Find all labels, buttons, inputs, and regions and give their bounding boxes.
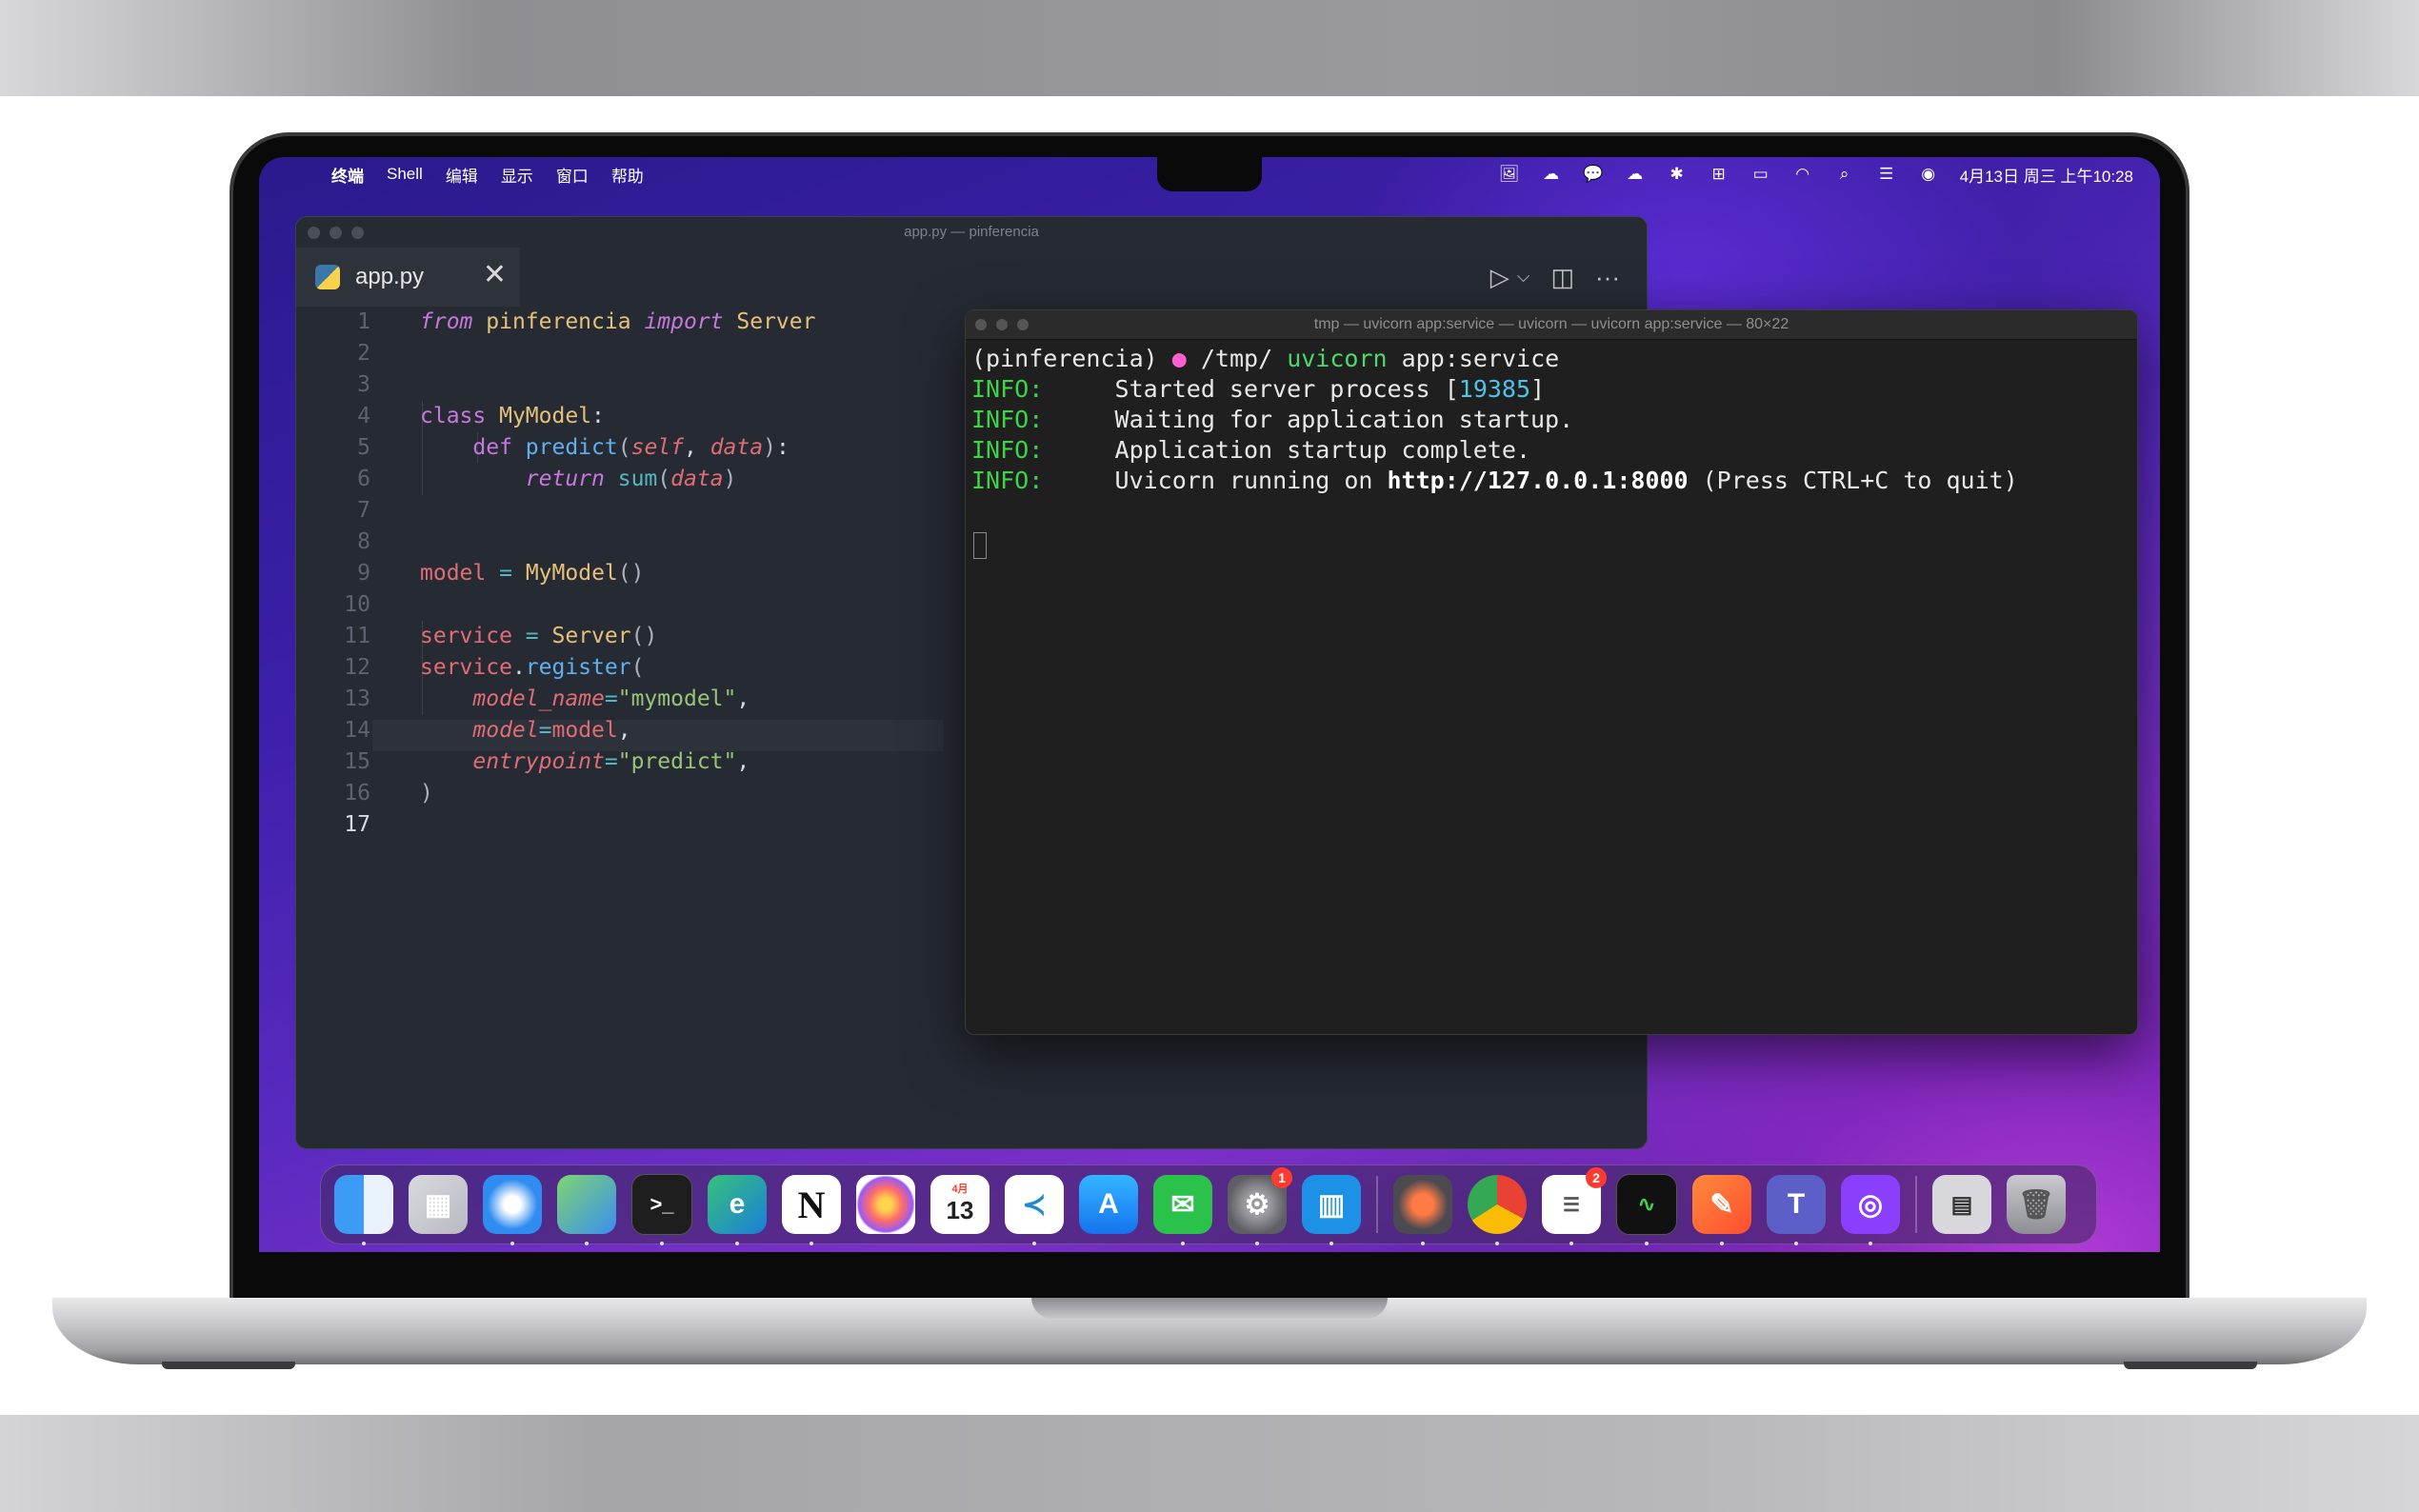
- terminal-window: tmp — uvicorn app:service — uvicorn — uv…: [965, 309, 2138, 1035]
- laptop-foot-left: [162, 1362, 295, 1369]
- line-number: 13: [344, 686, 370, 711]
- app-icon[interactable]: [1393, 1175, 1452, 1245]
- menu-view[interactable]: 显示: [501, 163, 533, 187]
- terminal-cursor: [973, 532, 987, 559]
- menu-window[interactable]: 窗口: [556, 163, 589, 187]
- tab-label: app.py: [355, 264, 425, 289]
- finder-icon[interactable]: [334, 1175, 393, 1245]
- line-number: 11: [344, 624, 370, 648]
- status-area: 🖼 ☁ 💬 ☁ ✱ ⊞ ▭ ◠ ⌕ ☰ ◉ 4月13日 周三 上午10:28: [1499, 157, 2133, 191]
- reminders-badge: 2: [1586, 1167, 1607, 1188]
- docker-icon[interactable]: ▥: [1302, 1175, 1361, 1245]
- editor-titlebar: app.py — pinferencia: [296, 217, 1647, 248]
- close-tab-icon[interactable]: ✕: [483, 261, 507, 289]
- line-number: 7: [357, 498, 370, 523]
- photos-icon[interactable]: [856, 1175, 915, 1234]
- reminders-icon[interactable]: ☰ 2: [1542, 1167, 1607, 1245]
- notion-icon[interactable]: N: [782, 1175, 841, 1245]
- control-center-icon[interactable]: ☰: [1876, 165, 1897, 184]
- teams-icon[interactable]: T: [1767, 1175, 1826, 1245]
- prompt-argument: app:service: [1401, 345, 1560, 372]
- bluetooth-icon[interactable]: ✱: [1667, 165, 1688, 184]
- chrome-icon[interactable]: [1468, 1175, 1527, 1245]
- calendar-icon[interactable]: 4月 13: [930, 1175, 990, 1234]
- terminal-titlebar: tmp — uvicorn app:service — uvicorn — uv…: [966, 310, 2137, 340]
- line-number: 12: [344, 655, 370, 680]
- line-number: 15: [344, 749, 370, 774]
- prompt-env: (pinferencia): [971, 345, 1158, 372]
- line-number: 8: [357, 529, 370, 554]
- cloud-status-icon[interactable]: ☁: [1625, 165, 1646, 184]
- terminal-log-line: INFO: Started server process [19385]: [971, 375, 1546, 403]
- app-store-icon[interactable]: A: [1079, 1175, 1138, 1234]
- vscode-icon[interactable]: ≺: [1005, 1175, 1064, 1245]
- menu-help[interactable]: 帮助: [611, 163, 644, 187]
- settings-badge: 1: [1271, 1167, 1292, 1188]
- system-settings-icon[interactable]: ⚙ 1: [1228, 1167, 1292, 1245]
- dock: ▦ >_ e N 4月 13 ≺ A ✉ ⚙ 1 ▥ ☰ 2 ∿ ✎ T ◎ ▤ 🗑: [320, 1164, 2097, 1245]
- more-actions-icon[interactable]: ···: [1595, 263, 1620, 292]
- prompt-command: uvicorn: [1287, 345, 1388, 372]
- laptop-foot-right: [2124, 1362, 2257, 1369]
- activity-monitor-icon[interactable]: ∿: [1616, 1174, 1677, 1245]
- menu-clock[interactable]: 4月13日 周三 上午10:28: [1960, 163, 2133, 187]
- editor-actions: ▷ ⌵ ◫ ···: [1490, 263, 1620, 292]
- wifi-icon[interactable]: ◠: [1792, 165, 1813, 184]
- wechat-icon[interactable]: ✉: [1153, 1175, 1212, 1245]
- input-method-icon[interactable]: ⊞: [1709, 165, 1729, 184]
- editor-tabbar: app.py ✕ ▷ ⌵ ◫ ···: [296, 248, 1647, 307]
- line-number: 17: [344, 812, 370, 837]
- launchpad-icon[interactable]: ▦: [409, 1175, 468, 1234]
- python-file-icon: [315, 265, 340, 289]
- menu-shell[interactable]: Shell: [387, 165, 423, 184]
- split-editor-icon[interactable]: ◫: [1550, 263, 1574, 292]
- line-number: 9: [357, 561, 370, 586]
- line-number: 5: [357, 435, 370, 460]
- line-number: 16: [344, 781, 370, 806]
- terminal-app-icon[interactable]: >_: [631, 1174, 692, 1245]
- menu-terminal[interactable]: 终端: [331, 163, 364, 187]
- github-desktop-icon[interactable]: ◎: [1841, 1175, 1900, 1245]
- line-number: 10: [344, 592, 370, 617]
- siri-icon[interactable]: ◉: [1918, 165, 1939, 184]
- weather-status-icon[interactable]: ☁: [1541, 165, 1562, 184]
- run-icon[interactable]: ▷: [1490, 263, 1509, 292]
- line-number: 2: [357, 341, 370, 366]
- top-backdrop: [0, 0, 2419, 96]
- edge-icon[interactable]: e: [708, 1175, 767, 1245]
- maps-icon[interactable]: [557, 1175, 616, 1245]
- terminal-log-line: INFO: Uvicorn running on http://127.0.0.…: [971, 467, 2018, 494]
- downloads-stack-icon[interactable]: ▤: [1932, 1175, 1991, 1234]
- desktop-screen: 终端 Shell 编辑 显示 窗口 帮助 🖼 ☁ 💬 ☁ ✱ ⊞ ▭ ◠ ⌕ ☰…: [259, 157, 2160, 1252]
- server-url-link[interactable]: http://127.0.0.1:8000: [1388, 467, 1689, 494]
- line-number: 3: [357, 372, 370, 397]
- menu-edit[interactable]: 编辑: [446, 163, 478, 187]
- dock-separator: [1376, 1176, 1378, 1233]
- photo-status-icon[interactable]: 🖼: [1499, 165, 1520, 184]
- line-number: 4: [357, 404, 370, 428]
- line-number: 1: [357, 309, 370, 334]
- trash-icon[interactable]: 🗑: [2007, 1175, 2066, 1234]
- laptop-notch-cut: [1031, 1298, 1388, 1319]
- line-number: 6: [357, 467, 370, 491]
- prompt-path: /tmp/: [1200, 345, 1273, 372]
- terminal-window-title: tmp — uvicorn app:service — uvicorn — uv…: [1313, 316, 1789, 332]
- line-number: 14: [344, 718, 370, 743]
- battery-icon[interactable]: ▭: [1750, 165, 1771, 184]
- apple-prompt-icon: ●: [1171, 345, 1187, 372]
- chevron-down-icon[interactable]: ⌵: [1517, 267, 1530, 292]
- wechat-status-icon[interactable]: 💬: [1583, 165, 1604, 184]
- camera-notch: [1157, 157, 1262, 191]
- sketch-pen-icon[interactable]: ✎: [1692, 1175, 1751, 1245]
- tab-app-py[interactable]: app.py ✕: [296, 248, 520, 307]
- safari-icon[interactable]: [483, 1175, 542, 1245]
- search-icon[interactable]: ⌕: [1834, 165, 1855, 184]
- terminal-log-line: INFO: Waiting for application startup.: [971, 406, 1574, 433]
- dock-separator: [1915, 1176, 1917, 1233]
- bottom-backdrop: [0, 1415, 2419, 1512]
- editor-window-title: app.py — pinferencia: [904, 224, 1039, 240]
- terminal-prompt-line: (pinferencia) ● /tmp/ uvicorn app:servic…: [971, 345, 1559, 372]
- terminal-log-line: INFO: Application startup complete.: [971, 436, 1531, 464]
